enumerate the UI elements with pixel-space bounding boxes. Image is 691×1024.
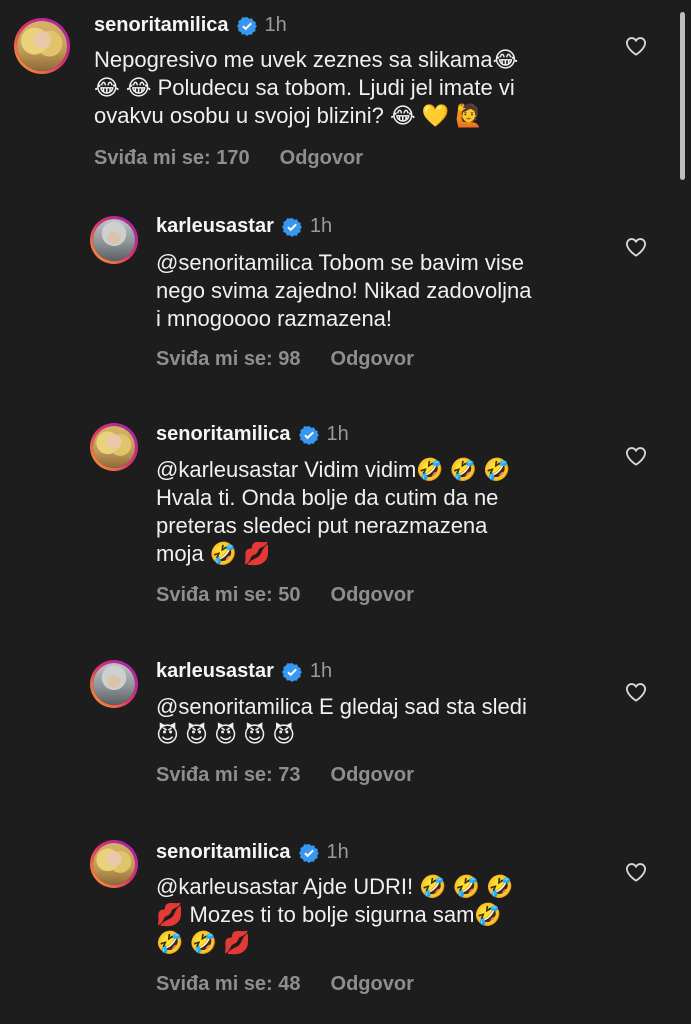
avatar[interactable] (90, 660, 138, 708)
verified-badge-icon (281, 217, 302, 237)
senoritamilica-avatar (17, 21, 67, 71)
comment-text: @karleusastar Vidim vidim🤣 🤣 🤣 Hvala ti.… (156, 457, 511, 566)
comment-username[interactable]: karleusastar (156, 215, 274, 238)
like-count[interactable]: Sviđa mi se: 73 (156, 764, 301, 787)
comment-username[interactable]: karleusastar (156, 660, 274, 683)
reply-button[interactable]: Odgovor (331, 584, 414, 607)
karleusastar-avatar (93, 219, 135, 261)
comment-username[interactable]: senoritamilica (94, 14, 229, 37)
verified-badge-icon (298, 425, 319, 445)
comment-time: 1h (326, 423, 349, 445)
comment-item: karleusastar 1h @senoritamilica E gledaj… (0, 645, 691, 805)
comment-username[interactable]: senoritamilica (156, 423, 291, 446)
heart-outline-icon[interactable] (625, 862, 647, 882)
verified-badge-icon (298, 843, 319, 863)
like-count[interactable]: Sviđa mi se: 50 (156, 584, 301, 607)
senoritamilica-avatar (93, 843, 135, 885)
comment-item: senoritamilica 1h @karleusastar Vidim vi… (0, 410, 691, 620)
verified-badge-icon (281, 662, 302, 682)
verified-badge-icon (236, 16, 257, 36)
reply-button[interactable]: Odgovor (331, 348, 414, 371)
comment-item: senoritamilica 1h Nepogresivo me uvek ze… (0, 0, 691, 190)
avatar[interactable] (90, 840, 138, 888)
heart-outline-icon[interactable] (625, 682, 647, 702)
heart-outline-icon[interactable] (625, 446, 647, 466)
comment-text: @senoritamilica Tobom se bavim vise nego… (156, 250, 532, 331)
karleusastar-avatar (93, 663, 135, 705)
heart-outline-icon[interactable] (625, 237, 647, 257)
avatar[interactable] (14, 18, 70, 74)
avatar[interactable] (90, 423, 138, 471)
comment-item: senoritamilica 1h @karleusastar Ajde UDR… (0, 828, 691, 1024)
comment-time: 1h (326, 841, 349, 863)
comment-item: karleusastar 1h @senoritamilica Tobom se… (0, 200, 691, 390)
comment-time: 1h (309, 215, 333, 237)
comment-time: 1h (264, 14, 287, 36)
like-count[interactable]: Sviđa mi se: 170 (94, 147, 250, 170)
reply-button[interactable]: Odgovor (331, 973, 414, 996)
senoritamilica-avatar (93, 426, 135, 468)
like-count[interactable]: Sviđa mi se: 98 (156, 348, 301, 371)
comment-time: 1h (309, 660, 333, 682)
avatar[interactable] (90, 216, 138, 264)
comment-username[interactable]: senoritamilica (156, 841, 291, 864)
heart-outline-icon[interactable] (625, 36, 647, 56)
reply-button[interactable]: Odgovor (280, 147, 363, 170)
reply-button[interactable]: Odgovor (331, 764, 414, 787)
like-count[interactable]: Sviđa mi se: 48 (156, 973, 301, 996)
comment-text: @senoritamilica E gledaj sad sta sledi 😈… (156, 694, 527, 747)
comment-text: @karleusastar Ajde UDRI! 🤣 🤣 🤣 💋 Mozes t… (156, 874, 514, 955)
comment-text: Nepogresivo me uvek zeznes sa slikama😂 😂… (94, 47, 519, 128)
